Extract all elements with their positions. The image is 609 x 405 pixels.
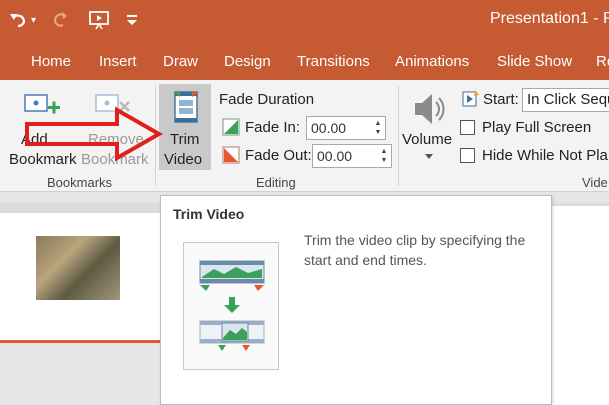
customize-qat-icon bbox=[127, 15, 137, 25]
tab-design[interactable]: Design bbox=[224, 53, 271, 70]
group-separator bbox=[398, 86, 399, 186]
play-full-screen-checkbox[interactable] bbox=[460, 120, 475, 135]
fade-out-spinner[interactable]: 00.00 ▲ ▼ bbox=[312, 144, 392, 168]
fade-out-value: 00.00 bbox=[317, 148, 353, 164]
redo-icon bbox=[53, 12, 67, 27]
undo-icon bbox=[10, 14, 26, 28]
trim-video-tooltip: Trim Video Trim the video clip by specif… bbox=[160, 195, 552, 405]
fade-out-icon bbox=[222, 146, 240, 164]
trim-video-icon bbox=[173, 91, 199, 123]
fade-out-label: Fade Out: bbox=[245, 147, 312, 164]
start-dropdown[interactable]: In Click Sequ bbox=[522, 88, 609, 112]
trim-video-button[interactable]: Trim Video bbox=[159, 84, 211, 170]
trim-video-label-line1: Trim bbox=[170, 131, 200, 148]
app-name: - P bbox=[593, 10, 609, 27]
undo-dropdown[interactable]: ▾ bbox=[31, 8, 36, 32]
annotation-arrow-icon bbox=[25, 106, 164, 162]
tooltip-illustration bbox=[183, 242, 279, 370]
document-title: Presentation1 - P bbox=[490, 10, 609, 28]
fade-in-spinner[interactable]: 00.00 ▲ ▼ bbox=[306, 116, 386, 140]
trim-filmstrip-icon bbox=[199, 260, 265, 351]
tab-animations[interactable]: Animations bbox=[395, 53, 469, 70]
fade-in-label: Fade In: bbox=[245, 119, 301, 136]
present-from-start-icon bbox=[89, 11, 109, 30]
play-full-screen-label: Play Full Screen bbox=[482, 119, 592, 136]
fade-duration-heading: Fade Duration bbox=[219, 91, 315, 108]
ribbon-tabs: Home Insert Draw Design Transitions Anim… bbox=[0, 40, 609, 80]
video-thumbnail[interactable] bbox=[36, 236, 120, 300]
hide-while-not-playing-checkbox[interactable] bbox=[460, 148, 475, 163]
tooltip-description: Trim the video clip by specifying the st… bbox=[304, 232, 526, 268]
undo-button[interactable] bbox=[8, 8, 28, 32]
customize-qat-button[interactable] bbox=[125, 8, 139, 32]
redo-button[interactable] bbox=[51, 8, 71, 32]
tab-review[interactable]: Re bbox=[596, 53, 609, 70]
volume-button[interactable]: Volume bbox=[402, 86, 456, 166]
tab-slide-show[interactable]: Slide Show bbox=[497, 53, 572, 70]
slide-selection-indicator bbox=[0, 340, 160, 343]
hide-while-not-playing-label: Hide While Not Pla bbox=[482, 147, 608, 164]
fade-in-value: 00.00 bbox=[311, 120, 347, 136]
start-icon bbox=[462, 90, 479, 107]
fade-in-icon bbox=[222, 118, 240, 136]
spinner-arrows-icon[interactable]: ▲ ▼ bbox=[379, 147, 389, 165]
trim-video-label-line2: Video bbox=[164, 151, 203, 168]
document-name: Presentation1 bbox=[490, 10, 589, 27]
tab-transitions[interactable]: Transitions bbox=[297, 53, 370, 70]
chevron-down-icon bbox=[425, 154, 433, 159]
volume-label: Volume bbox=[402, 131, 453, 148]
start-label: Start: bbox=[483, 91, 519, 108]
title-bar: ▾ Presentation1 - P bbox=[0, 0, 609, 40]
editing-group-label: Editing bbox=[256, 175, 296, 190]
speaker-icon bbox=[415, 94, 445, 124]
tab-home[interactable]: Home bbox=[31, 53, 71, 70]
video-options-group-label: Vide bbox=[582, 175, 608, 190]
spinner-arrows-icon[interactable]: ▲ ▼ bbox=[373, 119, 383, 137]
slide-canvas[interactable] bbox=[548, 206, 609, 405]
chevron-down-icon: ▾ bbox=[31, 14, 37, 26]
present-from-start-button[interactable] bbox=[88, 8, 112, 32]
start-dropdown-value: In Click Sequ bbox=[527, 91, 609, 108]
bookmarks-group-label: Bookmarks bbox=[47, 175, 113, 190]
tab-insert[interactable]: Insert bbox=[99, 53, 137, 70]
tooltip-title: Trim Video bbox=[173, 206, 245, 222]
tab-draw[interactable]: Draw bbox=[163, 53, 198, 70]
